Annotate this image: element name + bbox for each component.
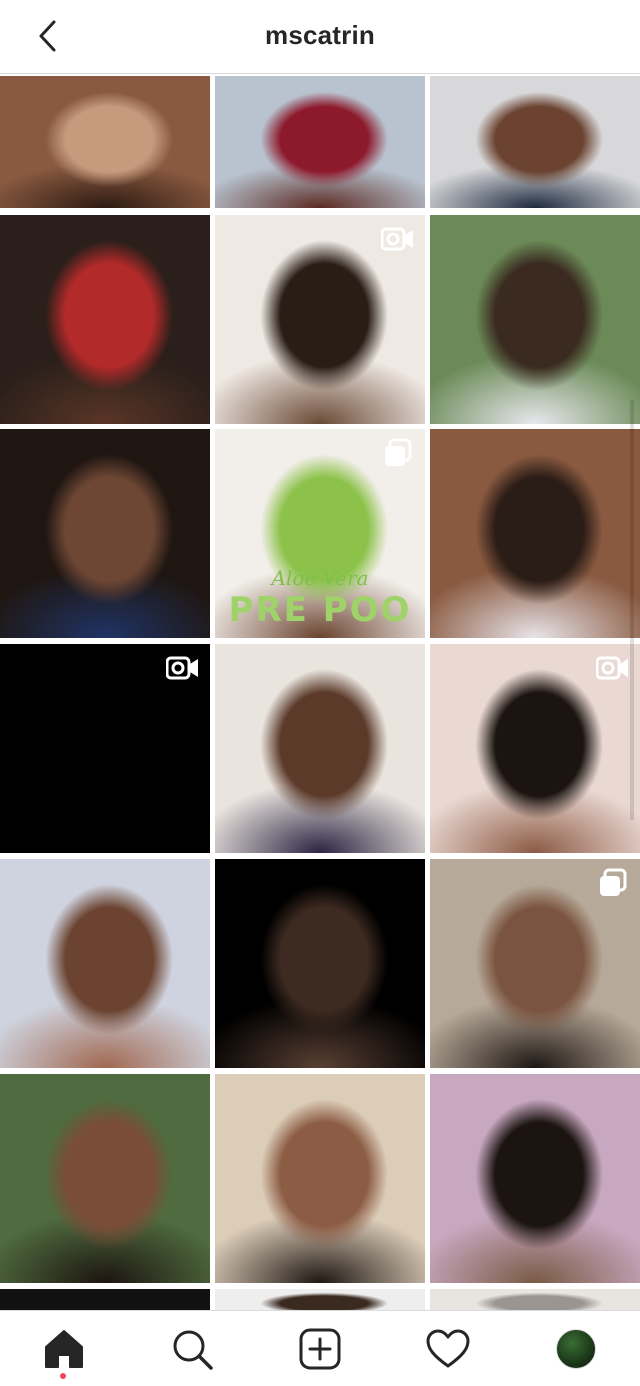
home-icon bbox=[45, 1330, 83, 1368]
grid-post-3-3[interactable] bbox=[430, 429, 640, 638]
video-badge bbox=[166, 654, 200, 682]
profile-username-title: mscatrin bbox=[265, 20, 375, 50]
video-badge bbox=[381, 225, 415, 253]
grid-post-7-1[interactable] bbox=[0, 1289, 210, 1310]
grid-post-2-2[interactable] bbox=[215, 215, 425, 424]
overlay-script-text: Aloe Vera bbox=[271, 566, 369, 590]
grid-post-5-1[interactable] bbox=[0, 859, 210, 1068]
nav-activity-button[interactable] bbox=[424, 1325, 472, 1373]
overlay-caption-text: PRE POO bbox=[228, 590, 412, 630]
grid-post-4-1[interactable] bbox=[0, 644, 210, 853]
nav-new-post-button[interactable] bbox=[296, 1325, 344, 1373]
new-post-icon bbox=[299, 1328, 341, 1370]
carousel-icon bbox=[600, 868, 627, 896]
heart-icon bbox=[426, 1329, 470, 1368]
search-icon bbox=[173, 1330, 213, 1370]
carousel-icon bbox=[385, 438, 412, 466]
grid-post-6-1[interactable] bbox=[0, 1074, 210, 1283]
carousel-badge bbox=[381, 438, 415, 467]
grid-post-4-3[interactable] bbox=[430, 644, 640, 853]
grid-post-7-3[interactable] bbox=[430, 1289, 640, 1310]
grid-post-3-2[interactable]: Aloe Vera PRE POO bbox=[215, 429, 425, 638]
video-camera-icon bbox=[381, 227, 413, 251]
grid-post-7-2[interactable] bbox=[215, 1289, 425, 1310]
grid-post-4-2[interactable] bbox=[215, 644, 425, 853]
grid-post-2-3[interactable] bbox=[430, 215, 640, 424]
scrollbar[interactable] bbox=[630, 400, 634, 820]
grid-post-6-2[interactable] bbox=[215, 1074, 425, 1283]
bottom-nav bbox=[0, 1310, 640, 1386]
grid-post-3-1[interactable] bbox=[0, 429, 210, 638]
video-camera-icon bbox=[166, 656, 198, 680]
grid-post-5-2[interactable] bbox=[215, 859, 425, 1068]
nav-search-button[interactable] bbox=[168, 1325, 216, 1373]
post-grid: Aloe Vera PRE POO bbox=[0, 76, 640, 1310]
grid-post-6-3[interactable] bbox=[430, 1074, 640, 1283]
grid-post-2-1[interactable] bbox=[0, 215, 210, 424]
carousel-badge bbox=[596, 868, 630, 897]
nav-home-button[interactable] bbox=[40, 1325, 88, 1373]
grid-post-5-3[interactable] bbox=[430, 859, 640, 1068]
top-header: mscatrin bbox=[0, 0, 640, 74]
grid-post-1-2[interactable] bbox=[215, 76, 425, 208]
grid-post-1-1[interactable] bbox=[0, 76, 210, 208]
nav-profile-avatar[interactable] bbox=[556, 1329, 596, 1369]
notification-dot bbox=[60, 1373, 66, 1379]
video-badge bbox=[596, 654, 630, 682]
grid-post-1-3[interactable] bbox=[430, 76, 640, 208]
video-camera-icon bbox=[596, 656, 628, 680]
